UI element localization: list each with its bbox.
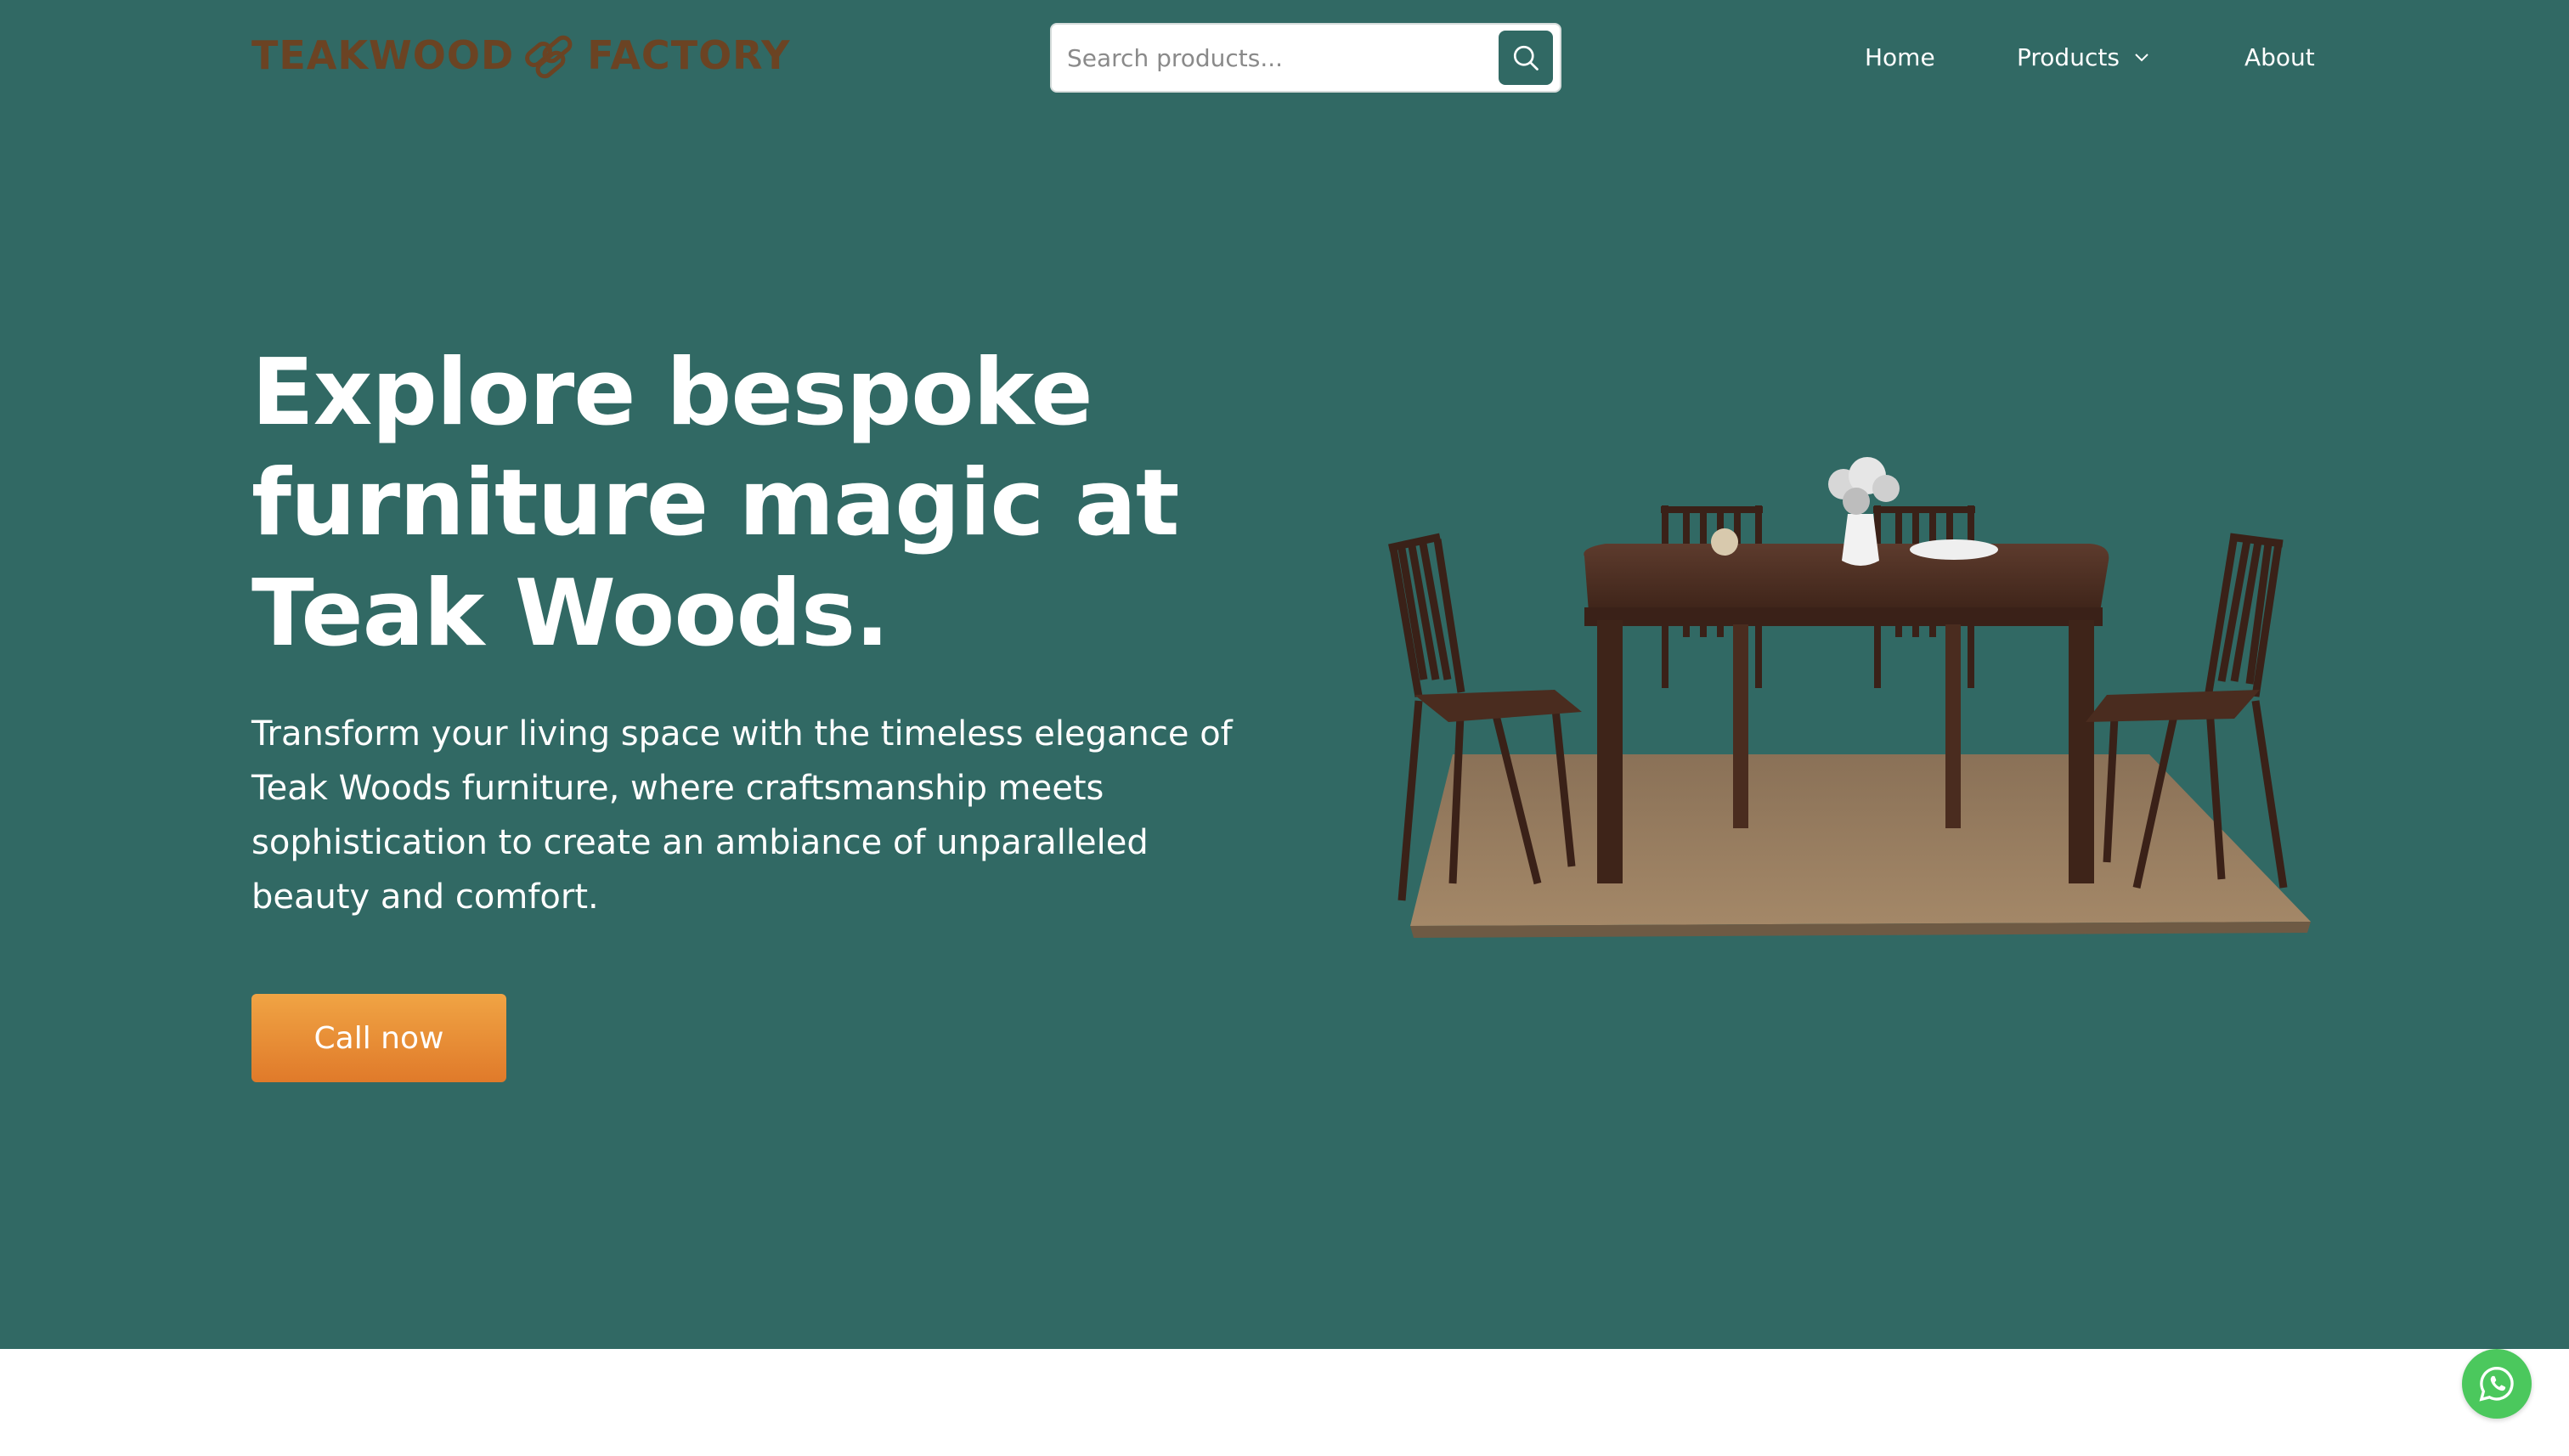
page-section-below <box>0 1349 2569 1456</box>
dining-set-image <box>1388 457 2311 938</box>
search-icon <box>1513 45 1539 71</box>
search-input[interactable] <box>1052 25 1499 91</box>
nav-products-label: Products <box>2017 42 2120 71</box>
whatsapp-icon <box>2479 1366 2514 1402</box>
logo-word-right: FACTORY <box>587 32 791 78</box>
nav-about[interactable]: About <box>2244 39 2315 75</box>
call-now-button[interactable]: Call now <box>251 994 506 1082</box>
nav-about-label: About <box>2244 42 2315 71</box>
hero-headline: Explore bespoke furniture magic at Teak … <box>251 340 1180 667</box>
nav-home-label: Home <box>1865 42 1935 71</box>
chevron-down-icon <box>2135 54 2148 62</box>
whatsapp-button[interactable] <box>2462 1349 2532 1419</box>
nav-products[interactable]: Products <box>2017 39 2152 75</box>
nav-home[interactable]: Home <box>1865 39 1935 75</box>
logs-icon <box>525 35 573 79</box>
search-bar <box>1050 23 1561 93</box>
hero-description: Transform your living space with the tim… <box>251 714 1233 917</box>
logo-word-left: TEAKWOOD <box>251 32 515 78</box>
brand-logo[interactable]: TEAKWOOD FACTORY <box>251 31 790 80</box>
search-button[interactable] <box>1499 31 1553 85</box>
